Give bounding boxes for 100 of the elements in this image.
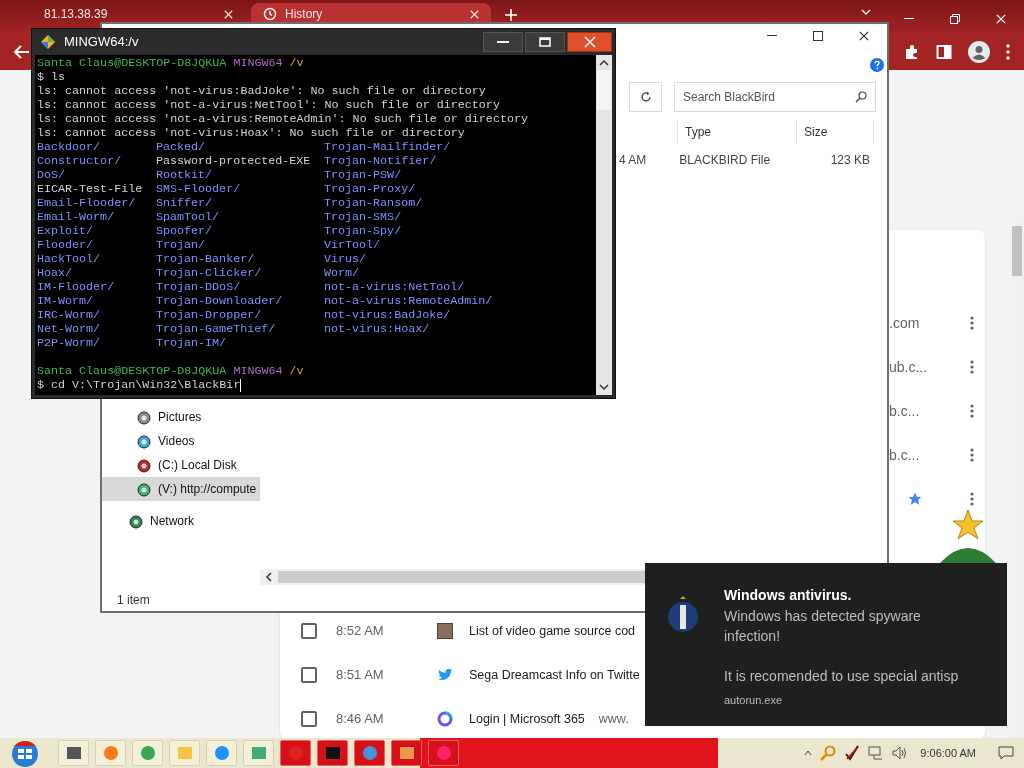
nav-item[interactable]: Pictures [102, 405, 260, 429]
terminal-text: MINGW64 [233, 56, 283, 70]
round-app-icon [435, 745, 452, 761]
notification-toast[interactable]: Windows antivirus. Windows has detected spyware infection! It is recomended to use special antisp autorun.exe [645, 563, 1007, 726]
new-tab-icon[interactable] [505, 9, 517, 21]
file-listing-entry: Trojan-PSW/ [324, 168, 402, 182]
check-icon[interactable] [844, 745, 861, 761]
drive-icon [136, 409, 152, 425]
file-listing-entry: Net-Worm/ [37, 322, 101, 336]
scrollbar-thumb[interactable] [597, 70, 611, 110]
history-time: 8:46 AM [336, 710, 385, 729]
history-title[interactable]: List of video game source cod [469, 621, 636, 641]
file-listing-entry: Worm/ [324, 266, 360, 280]
maximize-icon [813, 31, 823, 41]
file-listing-entry: Email-Worm/ [37, 210, 115, 224]
diamond-logo-icon [40, 34, 56, 50]
star-icon[interactable] [908, 492, 922, 506]
history-title[interactable]: Login | Microsoft 365 [469, 709, 585, 729]
file-listing-entry: not-virus:BadJoke/ [324, 308, 451, 322]
checkbox[interactable] [301, 623, 317, 639]
checkbox[interactable] [301, 711, 317, 727]
file-listing-entry: Trojan/ [156, 238, 206, 252]
refresh-button[interactable] [629, 82, 662, 112]
side-panel-icon[interactable] [936, 44, 952, 60]
terminal-text: /v [289, 56, 304, 70]
speaker-icon[interactable] [892, 746, 909, 760]
nav-item[interactable]: Videos [102, 429, 260, 453]
file-listing-entry: Trojan-Downloader/ [156, 294, 283, 308]
nav-item[interactable]: (V:) http://compute [102, 477, 260, 501]
file-listing-entry: EICAR-Test-File [37, 182, 143, 196]
scroll-left-icon [264, 572, 274, 582]
browser-tab[interactable]: History [251, 3, 491, 25]
search-field[interactable]: Search BlackBird [674, 82, 876, 112]
terminal-text: Santa Claus@DESKTOP-D8JQKUA [37, 56, 227, 70]
help-icon[interactable] [870, 58, 884, 72]
nav-item[interactable]: (C:) Local Disk [102, 453, 260, 477]
close-icon [996, 14, 1006, 24]
history-time: 8:51 AM [336, 666, 385, 685]
column-header[interactable]: Size [796, 120, 874, 144]
close-button[interactable] [567, 32, 612, 52]
tab-title: History [285, 6, 323, 23]
drive-icon [136, 433, 152, 449]
network-icon[interactable] [868, 746, 885, 760]
file-listing-entry: Email-Flooder/ [37, 196, 136, 210]
more-options-icon[interactable] [970, 360, 974, 374]
app-icon [250, 745, 267, 761]
minimize-button[interactable] [483, 32, 523, 52]
more-options-icon[interactable] [970, 404, 974, 418]
nav-item[interactable]: Network [102, 509, 260, 533]
notification-icon[interactable] [998, 746, 1014, 760]
file-listing-entry: Trojan-SMS/ [324, 210, 402, 224]
close-icon [224, 9, 233, 19]
checkbox[interactable] [301, 667, 317, 683]
file-listing-entry: Trojan-IM/ [156, 336, 227, 350]
file-listing-entry: Trojan-Banker/ [156, 252, 255, 266]
scrollbar[interactable] [596, 55, 612, 395]
minimize-icon [904, 18, 914, 20]
scrollbar-thumb[interactable] [1012, 226, 1022, 276]
minimize-icon [497, 40, 509, 44]
history-title[interactable]: Sega Dreamcast Info on Twitte [469, 665, 640, 685]
terminal-text: ls: cannot access 'not-a-virus:NetTool': No such file or directory [37, 98, 500, 112]
terminal-text: /v [289, 364, 304, 378]
terminal-text: $ ls [37, 70, 66, 84]
file-listing-entry: SpamTool/ [156, 210, 220, 224]
close-icon [859, 31, 869, 41]
refresh-icon [639, 91, 652, 103]
notification-message: It is recomended to use special antisp [724, 667, 960, 686]
scroll-up-icon [599, 58, 609, 68]
more-options-icon[interactable] [970, 316, 974, 330]
chevron-up-icon[interactable] [804, 750, 813, 756]
file-listing-entry: Trojan-DDoS/ [156, 280, 241, 294]
taskbar-button[interactable] [58, 740, 89, 766]
more-options-icon[interactable] [970, 448, 974, 462]
puzzle-piece-icon[interactable] [904, 44, 920, 60]
taskbar-button[interactable] [206, 740, 237, 766]
notification-message: Windows has detected spyware infection! [724, 607, 922, 646]
back-arrow-icon[interactable] [14, 45, 30, 59]
menu-icon[interactable] [1006, 44, 1010, 60]
history-url: b.c... [889, 445, 920, 465]
browser-tab[interactable]: 81.13.38.39 [40, 3, 245, 25]
restore-icon [950, 14, 960, 24]
tab-title: 81.13.38.39 [44, 6, 108, 23]
file-listing-entry: Virus/ [324, 252, 367, 266]
file-listing-entry: Trojan-Notifier/ [324, 154, 437, 168]
maximize-button[interactable] [525, 32, 565, 52]
file-listing-entry: Spoofer/ [156, 224, 213, 238]
file-listing-entry: Packed/ [156, 140, 206, 154]
file-listing-entry: Trojan-Clicker/ [156, 266, 262, 280]
history-url: www. [598, 710, 629, 728]
file-listing-entry: IM-Flooder/ [37, 280, 115, 294]
start-button[interactable] [10, 738, 40, 768]
clock[interactable]: 9:06:00 AM [920, 744, 976, 762]
more-options-icon[interactable] [970, 492, 974, 506]
file-listing-entry: P2P-Worm/ [37, 336, 101, 350]
history-url: .com [889, 313, 920, 333]
file-listing-entry: Trojan-Dropper/ [156, 308, 262, 322]
profile-icon[interactable] [968, 41, 990, 63]
column-header[interactable]: Type [677, 120, 796, 144]
taskbar-button[interactable] [317, 740, 348, 766]
file-listing-entry: SMS-Flooder/ [156, 182, 241, 196]
